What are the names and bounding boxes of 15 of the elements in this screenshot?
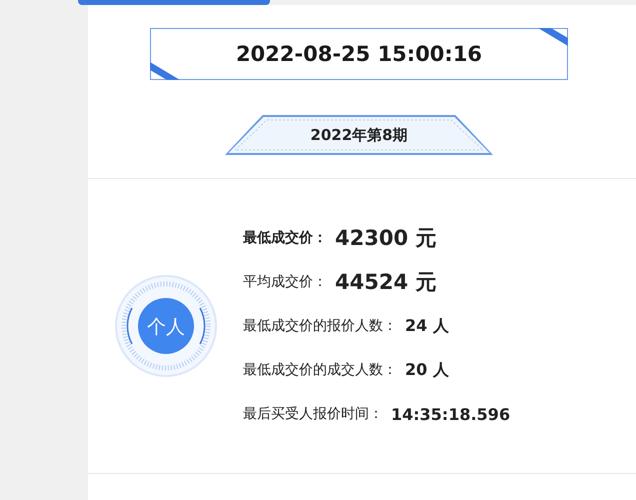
corner-stripe-icon [538,28,568,46]
stat-label: 最低成交价的报价人数： [243,317,397,335]
stat-value: 42300 元 [335,225,436,252]
stat-label: 最后买受人报价时间： [243,405,383,423]
stat-value: 24 人 [405,316,449,336]
stat-label: 最低成交价： [243,229,327,247]
corner-stripe-icon [150,62,180,80]
datetime-label: 2022-08-25 15:00:16 [150,28,568,80]
stat-value: 44524 元 [335,269,436,296]
stat-label: 最低成交价的成交人数： [243,361,397,379]
stat-label: 平均成交价： [243,273,327,291]
person-badge: 个人 [114,274,218,378]
stat-value: 20 人 [405,360,449,380]
period-label: 2022年第8期 [225,115,493,155]
stat-value: 14:35:18.596 [391,404,510,424]
